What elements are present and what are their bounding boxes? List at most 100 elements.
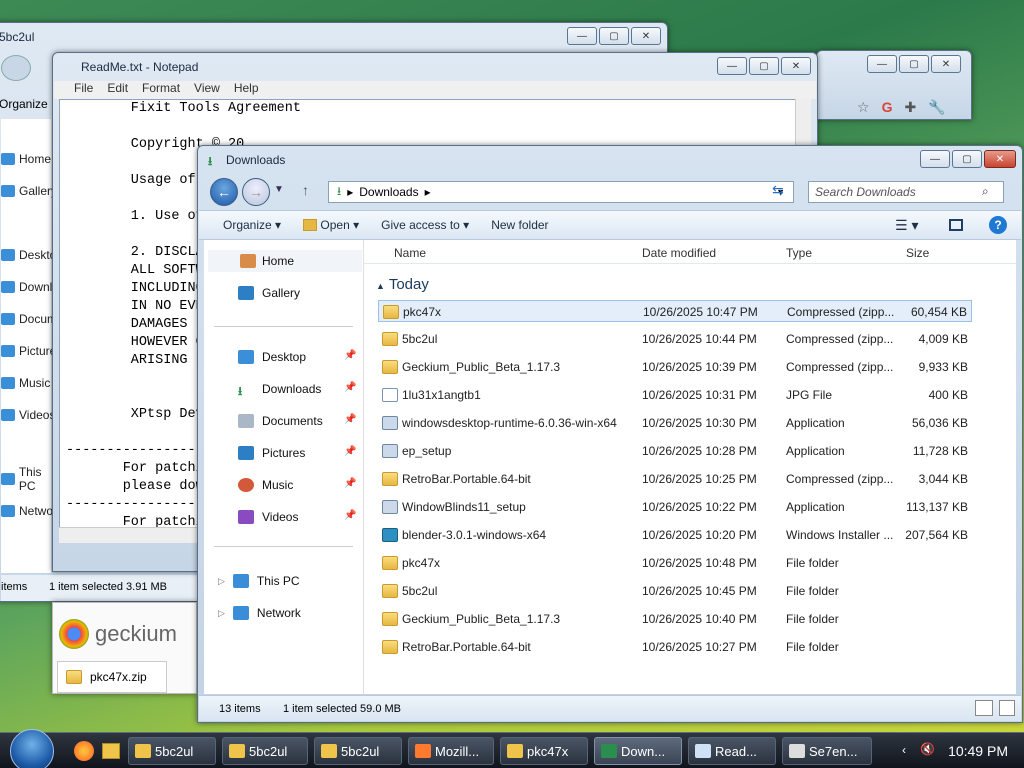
menu-file[interactable]: File (74, 81, 93, 99)
file-row[interactable]: windowsdesktop-runtime-6.0.36-win-x64 10/… (378, 412, 972, 434)
clock[interactable]: 10:49 PM (948, 743, 1008, 759)
taskbar-item[interactable]: Mozill... (408, 737, 494, 765)
expand-chevron-icon[interactable]: ▷ (218, 576, 225, 587)
tray-chevron-icon[interactable]: ‹ (902, 743, 906, 757)
expand-chevron-icon[interactable]: ▷ (218, 608, 225, 619)
open-menu[interactable]: Open ▾ (303, 218, 359, 232)
group-header[interactable]: ▲ Today (376, 276, 429, 293)
taskbar-item[interactable]: 5bc2ul (128, 737, 216, 765)
file-row[interactable]: 5bc2ul 10/26/2025 10:44 PM Compressed (zip… (378, 328, 972, 350)
sidebar-item[interactable]: Home (1, 143, 51, 175)
pin-icon[interactable]: 📌 (344, 478, 356, 489)
view-options-icon[interactable]: ☰ ▾ (895, 217, 918, 234)
maximize-button[interactable]: ▢ (749, 57, 779, 75)
column-type[interactable]: Type (786, 246, 812, 260)
minimize-button[interactable]: — (567, 27, 597, 45)
back-button[interactable]: ← (210, 178, 238, 206)
organize-menu[interactable]: Organize ▾ (223, 218, 281, 232)
nav-music[interactable]: Music (238, 474, 293, 496)
bookmark-star-icon[interactable]: ☆ (857, 99, 870, 116)
settings-wrench-icon[interactable]: 🔧 (928, 99, 945, 116)
close-button[interactable]: ✕ (984, 150, 1016, 168)
forward-button[interactable]: → (242, 178, 270, 206)
file-row[interactable]: pkc47x 10/26/2025 10:48 PM File folder (378, 552, 972, 574)
search-input[interactable]: Search Downloads (808, 181, 1004, 203)
preview-pane-icon[interactable] (949, 219, 963, 231)
menu-format[interactable]: Format (142, 81, 180, 99)
nav-pictures[interactable]: Pictures (238, 442, 305, 464)
file-row[interactable]: Geckium_Public_Beta_1.17.3 10/26/2025 10:… (378, 608, 972, 630)
start-button[interactable] (10, 729, 54, 768)
file-row[interactable]: ep_setup 10/26/2025 10:28 PM Application 11… (378, 440, 972, 462)
organize-menu[interactable]: Organize (0, 97, 48, 111)
file-row[interactable]: Geckium_Public_Beta_1.17.3 10/26/2025 10:… (378, 356, 972, 378)
maximize-button[interactable]: ▢ (599, 27, 629, 45)
taskbar-item[interactable]: pkc47x (500, 737, 588, 765)
file-row[interactable]: 1lu31x1angtb1 10/26/2025 10:31 PM JPG File… (378, 384, 972, 406)
nav-videos[interactable]: Videos (238, 506, 298, 528)
nav-home[interactable]: Home (208, 250, 362, 272)
file-row[interactable]: 5bc2ul 10/26/2025 10:45 PM File folder (378, 580, 972, 602)
details-view-icon[interactable] (975, 700, 993, 716)
file-row[interactable]: WindowBlinds11_setup 10/26/2025 10:22 PM A… (378, 496, 972, 518)
close-button[interactable]: ✕ (631, 27, 661, 45)
menu-edit[interactable]: Edit (107, 81, 128, 99)
taskbar-item[interactable]: Read... (688, 737, 776, 765)
up-arrow-icon[interactable]: ↑ (302, 182, 309, 198)
column-name[interactable]: Name (394, 246, 426, 260)
address-bar[interactable]: ⭳ ▸ Downloads ▸ ▼ (328, 181, 794, 203)
file-row[interactable]: pkc47x 10/26/2025 10:47 PM Compressed (zip… (378, 300, 972, 322)
taskbar-item[interactable]: Down... (594, 737, 682, 765)
nav-desktop[interactable]: Desktop (238, 346, 306, 368)
taskbar-item[interactable]: Se7en... (782, 737, 872, 765)
pin-icon[interactable]: 📌 (344, 510, 356, 521)
extensions-icon[interactable]: ✚ (904, 99, 916, 116)
maximize-button[interactable]: ▢ (899, 55, 929, 73)
refresh-icon[interactable]: ⇆ (772, 182, 784, 199)
taskbar-item[interactable]: 5bc2ul (222, 737, 308, 765)
minimize-button[interactable]: — (717, 57, 747, 75)
google-icon[interactable]: G (882, 99, 893, 116)
sidebar-item[interactable]: Music (1, 367, 50, 399)
new-folder-button[interactable]: New folder (491, 218, 548, 232)
file-row[interactable]: RetroBar.Portable.64-bit 10/26/2025 10:25… (378, 468, 972, 490)
close-button[interactable]: ✕ (931, 55, 961, 73)
file-row[interactable]: RetroBar.Portable.64-bit 10/26/2025 10:27… (378, 636, 972, 658)
sidebar-icon (1, 281, 15, 293)
nav-downloads[interactable]: ⭳ Downloads (238, 378, 321, 400)
recent-pages-icon[interactable]: ▼ (274, 184, 284, 195)
pin-icon[interactable]: 📌 (344, 414, 356, 425)
firefox-icon[interactable] (74, 741, 94, 761)
nav-network[interactable]: ▷ Network (218, 602, 301, 624)
column-size[interactable]: Size (906, 246, 929, 260)
geckium-window[interactable]: geckium pkc47x.zip (52, 602, 197, 694)
nav-documents[interactable]: Documents (238, 410, 323, 432)
menu-view[interactable]: View (194, 81, 220, 99)
column-date[interactable]: Date modified (642, 246, 716, 260)
taskbar-item[interactable]: 5bc2ul (314, 737, 402, 765)
download-item[interactable]: pkc47x.zip (57, 661, 167, 693)
minimize-button[interactable]: — (867, 55, 897, 73)
pin-icon[interactable]: 📌 (344, 350, 356, 361)
volume-muted-icon[interactable]: 🔇 (920, 742, 935, 756)
tiles-view-icon[interactable] (999, 700, 1015, 716)
nav-gallery[interactable]: Gallery (238, 282, 300, 304)
minimize-button[interactable]: — (920, 150, 950, 168)
close-button[interactable]: ✕ (781, 57, 811, 75)
browser-window[interactable]: — ▢ ✕ ☆ G ✚ 🔧 (816, 50, 972, 120)
pin-icon[interactable]: 📌 (344, 446, 356, 457)
search-icon[interactable]: ⌕ (982, 184, 989, 199)
help-icon[interactable]: ? (989, 216, 1007, 234)
menu-help[interactable]: Help (234, 81, 259, 99)
pin-icon[interactable]: 📌 (344, 382, 356, 393)
forward-icon[interactable] (1, 55, 31, 81)
nav-this-pc[interactable]: ▷ This PC (218, 570, 300, 592)
breadcrumb-downloads[interactable]: Downloads (359, 185, 418, 199)
maximize-button[interactable]: ▢ (952, 150, 982, 168)
downloads-explorer-window[interactable]: ⭳ Downloads — ▢ ✕ ← → ▼ ↑ ⭳ ▸ Downloads ▸ … (197, 145, 1023, 723)
sidebar-item[interactable]: Gallery (1, 175, 57, 207)
file-row[interactable]: blender-3.0.1-windows-x64 10/26/2025 10:2… (378, 524, 972, 546)
give-access-menu[interactable]: Give access to ▾ (381, 218, 469, 232)
sidebar-item[interactable]: Videos (1, 399, 55, 431)
explorer-icon[interactable] (102, 743, 120, 759)
